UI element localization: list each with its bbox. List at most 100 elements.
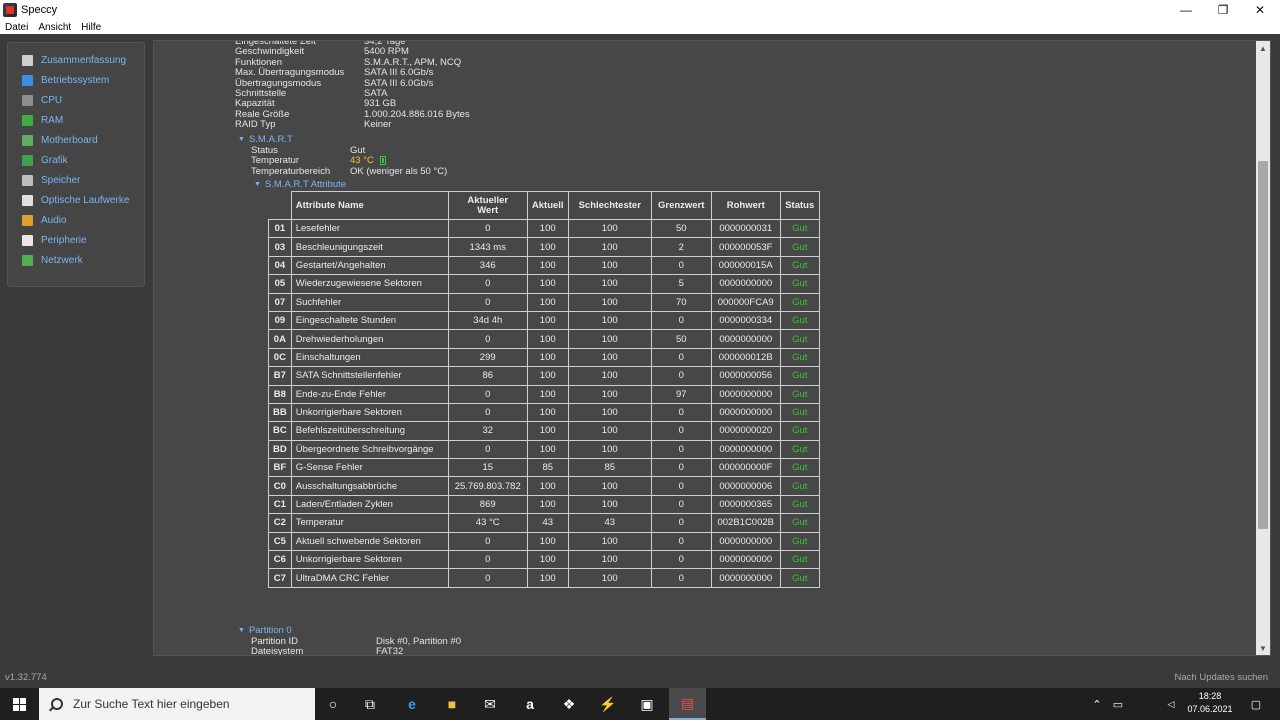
network-tray-icon[interactable]: ▭ bbox=[1106, 688, 1130, 720]
cell-worst: 100 bbox=[567, 292, 652, 312]
cell-id: C1 bbox=[268, 494, 292, 515]
close-button[interactable]: ✕ bbox=[1243, 0, 1277, 20]
tray-overflow-chevron-icon[interactable]: ⌃ bbox=[1088, 688, 1106, 720]
cell-worst: 100 bbox=[567, 550, 652, 570]
menu-datei[interactable]: Datei bbox=[0, 22, 33, 33]
scroll-down-arrow-icon[interactable]: ▼ bbox=[1256, 641, 1270, 655]
cell-raw: 0000000000 bbox=[710, 439, 781, 460]
partition-info-value: FAT32 bbox=[376, 646, 404, 656]
cell-status: Gut bbox=[779, 439, 820, 460]
sidebar-item-disc[interactable]: Optische Laufwerke bbox=[8, 190, 144, 210]
sidebar-item-speaker[interactable]: Audio bbox=[8, 210, 144, 230]
start-button[interactable] bbox=[0, 688, 38, 720]
cell-threshold: 70 bbox=[650, 292, 712, 312]
temperature-range-value: OK (weniger als 50 °C) bbox=[350, 165, 448, 177]
sidebar-item-label: CPU bbox=[41, 94, 63, 106]
cell-name: Eingeschaltete Stunden bbox=[290, 310, 449, 331]
cell-worst: 100 bbox=[567, 531, 652, 552]
smart-attributes-section-header[interactable]: ▼ S.M.A.R.T Attribute bbox=[254, 179, 346, 190]
cell-aktuell: 100 bbox=[526, 274, 569, 294]
taskbar-clock[interactable]: 18:28 07.06.2021 bbox=[1180, 690, 1240, 716]
sidebar-item-ram[interactable]: RAM bbox=[8, 110, 144, 130]
file-explorer-icon[interactable]: ■ bbox=[434, 688, 470, 720]
cell-aktuell: 100 bbox=[526, 218, 569, 239]
smart-status: Status Gut Temperatur 43 °C Temperaturbere… bbox=[251, 145, 447, 177]
taskbar-search-box[interactable]: Zur Suche Text hier eingeben bbox=[39, 688, 315, 720]
cell-id: BF bbox=[268, 458, 292, 478]
speccy-taskbar-icon[interactable]: ▤ bbox=[669, 688, 706, 720]
clock-time: 18:28 bbox=[1198, 691, 1222, 701]
cell-raw: 0000000000 bbox=[710, 531, 781, 552]
windows-icon bbox=[22, 74, 33, 86]
cell-aktuell: 100 bbox=[526, 310, 569, 331]
search-placeholder: Zur Suche Text hier eingeben bbox=[73, 697, 230, 711]
monitor-icon bbox=[22, 154, 33, 166]
cell-aktuell: 100 bbox=[526, 568, 569, 588]
header-aktuell: Aktuell bbox=[526, 191, 569, 220]
cell-raw: 0000000000 bbox=[710, 402, 781, 423]
notification-center-icon[interactable]: ▢ bbox=[1244, 688, 1268, 720]
cell-threshold: 0 bbox=[650, 402, 712, 423]
cell-aktuell: 100 bbox=[526, 494, 569, 515]
check-updates-link[interactable]: Nach Updates suchen bbox=[1175, 672, 1268, 683]
menu-bar: Datei Ansicht Hilfe bbox=[0, 20, 1280, 34]
dropbox-icon[interactable]: ❖ bbox=[551, 688, 587, 720]
speaker-tray-icon[interactable]: ◁ bbox=[1162, 688, 1180, 720]
cell-worst: 43 bbox=[567, 513, 652, 533]
table-header-row: Attribute Name Aktueller Wert Aktuell Sc… bbox=[268, 191, 820, 220]
cell-current: 0 bbox=[447, 402, 528, 423]
cpu-icon bbox=[22, 94, 33, 106]
cell-name: Temperatur bbox=[290, 513, 449, 533]
sidebar-item-mouse[interactable]: Peripherie bbox=[8, 230, 144, 250]
cell-aktuell: 85 bbox=[526, 458, 569, 478]
task-view-icon[interactable]: ⧉ bbox=[352, 688, 388, 720]
cell-id: BD bbox=[268, 439, 292, 460]
temperature-gauge-icon bbox=[379, 156, 386, 166]
vertical-scrollbar[interactable]: ▲ ▼ bbox=[1256, 41, 1270, 655]
cell-aktuell: 100 bbox=[526, 421, 569, 441]
sidebar-item-summary[interactable]: Zusammenfassung bbox=[8, 50, 144, 70]
table-row: B7 SATA Schnittstellenfehler 86 100 100 0 0000… bbox=[268, 366, 820, 386]
table-row: BF G-Sense Fehler 15 85 85 0 000000000F Gut bbox=[268, 458, 820, 478]
taskbar: Zur Suche Text hier eingeben ○ ⧉ e ■ ✉ a… bbox=[0, 688, 1280, 720]
header-threshold: Grenzwert bbox=[650, 191, 712, 220]
sidebar-item-windows[interactable]: Betriebssystem bbox=[8, 70, 144, 90]
cell-id: C6 bbox=[268, 550, 292, 570]
amazon-icon[interactable]: a bbox=[512, 688, 548, 720]
sidebar-item-network[interactable]: Netzwerk bbox=[8, 250, 144, 270]
cell-aktuell: 100 bbox=[526, 550, 569, 570]
scroll-up-arrow-icon[interactable]: ▲ bbox=[1256, 41, 1270, 55]
table-row: C5 Aktuell schwebende Sektoren 0 100 100 0 000… bbox=[268, 531, 820, 552]
table-row: 05 Wiederzugewiesene Sektoren 0 100 100 5 0000… bbox=[268, 274, 820, 294]
edge-browser-icon[interactable]: e bbox=[394, 688, 430, 720]
cortana-icon[interactable]: ○ bbox=[315, 688, 351, 720]
cell-threshold: 5 bbox=[650, 274, 712, 294]
cell-current: 32 bbox=[447, 421, 528, 441]
minimize-button[interactable]: — bbox=[1169, 0, 1203, 20]
network-icon bbox=[22, 254, 33, 266]
sidebar-item-monitor[interactable]: Grafik bbox=[8, 150, 144, 170]
sidebar-item-storage[interactable]: Speicher bbox=[8, 170, 144, 190]
cell-aktuell: 100 bbox=[526, 237, 569, 257]
cell-threshold: 0 bbox=[650, 347, 712, 368]
photo-app-icon[interactable]: ▣ bbox=[629, 688, 665, 720]
table-row: C0 Ausschaltungsabbrüche 25.769.803.782 100… bbox=[268, 476, 820, 496]
menu-ansicht[interactable]: Ansicht bbox=[33, 22, 76, 33]
cell-name: SATA Schnittstellenfehler bbox=[290, 366, 449, 386]
mail-icon[interactable]: ✉ bbox=[472, 688, 508, 720]
partition-section-header[interactable]: ▼ Partition 0 bbox=[238, 625, 292, 636]
scrollbar-thumb[interactable] bbox=[1258, 161, 1268, 529]
cell-worst: 100 bbox=[567, 384, 652, 404]
maximize-button[interactable]: ❐ bbox=[1206, 0, 1240, 20]
menu-hilfe[interactable]: Hilfe bbox=[76, 22, 106, 33]
cell-aktuell: 100 bbox=[526, 292, 569, 312]
lightning-app-icon[interactable]: ⚡ bbox=[590, 688, 626, 720]
cell-worst: 100 bbox=[567, 366, 652, 386]
sidebar-item-motherboard[interactable]: Motherboard bbox=[8, 130, 144, 150]
temperature-value: 43 °C bbox=[350, 155, 374, 167]
sidebar-item-label: Netzwerk bbox=[41, 254, 83, 266]
cell-worst: 85 bbox=[567, 458, 652, 478]
sidebar-item-cpu[interactable]: CPU bbox=[8, 90, 144, 110]
smart-section-header[interactable]: ▼ S.M.A.R.T bbox=[238, 134, 293, 145]
cell-status: Gut bbox=[779, 494, 820, 515]
